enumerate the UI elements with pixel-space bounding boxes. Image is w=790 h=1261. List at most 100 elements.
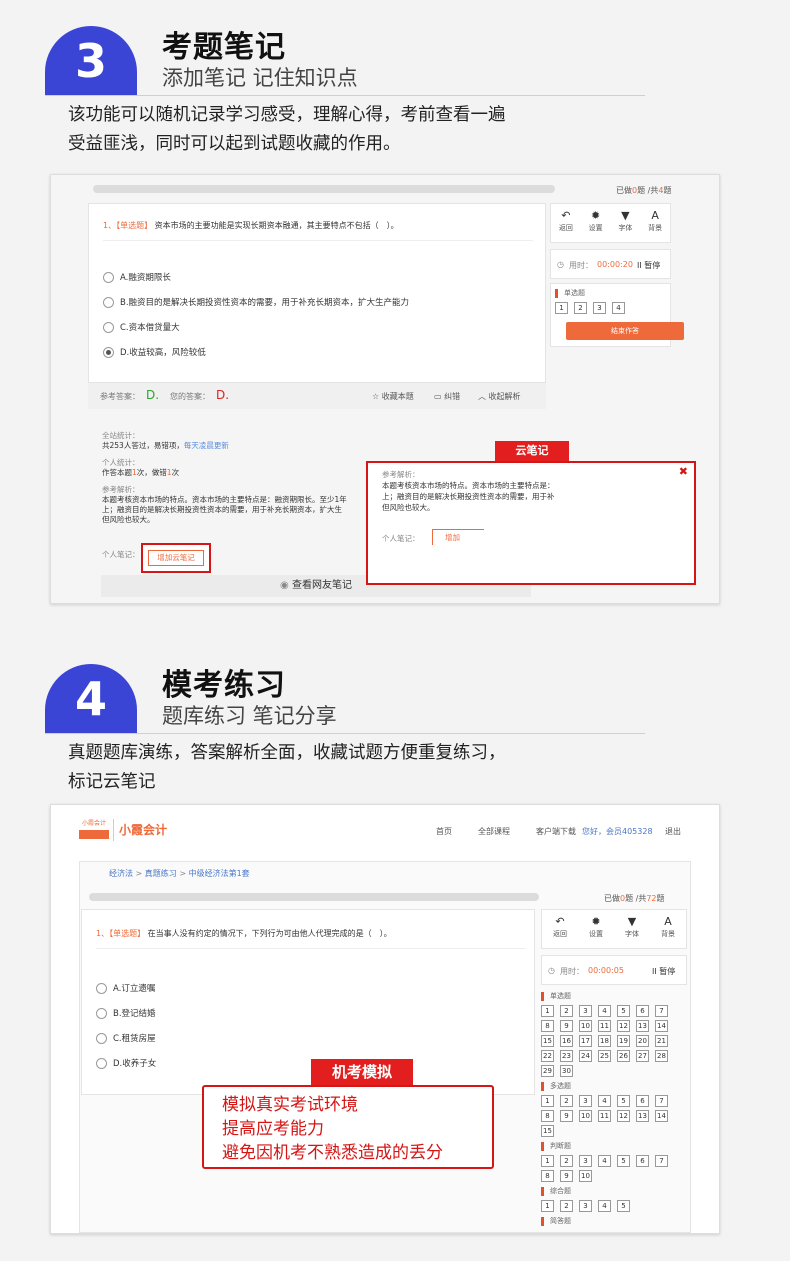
question-number[interactable]: 1 (541, 1200, 554, 1212)
question-number[interactable]: 3 (579, 1005, 592, 1017)
answer-bar: 参考答案： D. 您的答案： D. ☆ 收藏本题 ▭ 纠错 ︿ 收起解析 (88, 383, 546, 409)
question-number[interactable]: 15 (541, 1125, 554, 1137)
font-button[interactable]: ▼ 字体 (612, 209, 638, 233)
background-button[interactable]: A 背景 (655, 915, 681, 939)
pause-button[interactable]: II 暂停 (652, 966, 675, 977)
question-number[interactable]: 14 (655, 1110, 668, 1122)
question-number[interactable]: 21 (655, 1035, 668, 1047)
popup-add-note-button[interactable]: 增加 (432, 529, 484, 545)
question-number[interactable]: 4 (598, 1005, 611, 1017)
question-number[interactable]: 4 (612, 302, 625, 314)
finish-button[interactable]: 结束作答 (566, 322, 684, 340)
collapse-analysis-button[interactable]: ︿ 收起解析 (478, 391, 521, 402)
correct-button[interactable]: ▭ 纠错 (434, 391, 460, 402)
question-number[interactable]: 10 (579, 1110, 592, 1122)
option-d[interactable]: D.收养子女 (96, 1057, 156, 1069)
option-a[interactable]: A.订立遗嘱 (96, 982, 155, 994)
nav-client-download[interactable]: 客户端下载 (536, 826, 576, 837)
question-number[interactable]: 6 (636, 1005, 649, 1017)
question-number[interactable]: 3 (593, 302, 606, 314)
question-number[interactable]: 7 (655, 1095, 668, 1107)
question-number[interactable]: 27 (636, 1050, 649, 1062)
question-number[interactable]: 8 (541, 1020, 554, 1032)
option-c[interactable]: C.资本借贷量大 (103, 321, 180, 333)
question-number[interactable]: 22 (541, 1050, 554, 1062)
question-number[interactable]: 1 (541, 1155, 554, 1167)
pause-button[interactable]: II 暂停 (637, 260, 660, 271)
option-c[interactable]: C.租赁房屋 (96, 1032, 156, 1044)
question-number[interactable]: 9 (560, 1110, 573, 1122)
back-button[interactable]: ↶ 返回 (553, 209, 579, 233)
close-icon[interactable]: ✖ (679, 465, 688, 478)
question-number[interactable]: 1 (555, 302, 568, 314)
question-number[interactable]: 3 (579, 1200, 592, 1212)
question-number[interactable]: 17 (579, 1035, 592, 1047)
question-number[interactable]: 25 (598, 1050, 611, 1062)
question-number[interactable]: 2 (560, 1095, 573, 1107)
question-number[interactable]: 8 (541, 1170, 554, 1182)
nav-home[interactable]: 首页 (436, 826, 452, 837)
option-b[interactable]: B.融资目的是解决长期投资性资本的需要，用于补充长期资本，扩大生产能力 (103, 296, 409, 308)
question-number[interactable]: 10 (579, 1020, 592, 1032)
option-b[interactable]: B.登记结婚 (96, 1007, 156, 1019)
breadcrumb-item[interactable]: 中级经济法第1套 (189, 869, 250, 878)
question-number[interactable]: 1 (541, 1095, 554, 1107)
option-d[interactable]: D.收益较高，风险较低 (103, 346, 206, 358)
question-number[interactable]: 6 (636, 1155, 649, 1167)
question-number[interactable]: 2 (574, 302, 587, 314)
nav-all-courses[interactable]: 全部课程 (478, 826, 510, 837)
question-number[interactable]: 11 (598, 1020, 611, 1032)
add-cloud-note-button[interactable]: 增加云笔记 (148, 550, 204, 566)
eye-icon: ◉ (280, 580, 289, 591)
question-number[interactable]: 18 (598, 1035, 611, 1047)
question-number[interactable]: 5 (617, 1155, 630, 1167)
question-number[interactable]: 5 (617, 1200, 630, 1212)
question-number[interactable]: 23 (560, 1050, 573, 1062)
question-number[interactable]: 1 (541, 1005, 554, 1017)
clock-icon: ◷ (548, 966, 555, 975)
settings-button[interactable]: ✹ 设置 (583, 915, 609, 939)
question-number[interactable]: 20 (636, 1035, 649, 1047)
question-number[interactable]: 8 (541, 1110, 554, 1122)
option-a[interactable]: A.融资期限长 (103, 271, 171, 283)
user-greeting[interactable]: 您好，会员405328 (582, 826, 653, 837)
question-number[interactable]: 12 (617, 1020, 630, 1032)
question-number[interactable]: 24 (579, 1050, 592, 1062)
question-number[interactable]: 9 (560, 1020, 573, 1032)
breadcrumb-item[interactable]: 真题练习 (145, 869, 177, 878)
question-number[interactable]: 2 (560, 1200, 573, 1212)
question-number[interactable]: 5 (617, 1095, 630, 1107)
question-number[interactable]: 16 (560, 1035, 573, 1047)
question-number[interactable]: 14 (655, 1020, 668, 1032)
breadcrumb-item[interactable]: 经济法 (109, 869, 133, 878)
question-number[interactable]: 9 (560, 1170, 573, 1182)
question-number[interactable]: 5 (617, 1005, 630, 1017)
question-number[interactable]: 4 (598, 1155, 611, 1167)
question-number[interactable]: 30 (560, 1065, 573, 1077)
question-number[interactable]: 10 (579, 1170, 592, 1182)
question-number[interactable]: 19 (617, 1035, 630, 1047)
question-number[interactable]: 2 (560, 1005, 573, 1017)
question-number[interactable]: 13 (636, 1020, 649, 1032)
question-number[interactable]: 11 (598, 1110, 611, 1122)
question-number[interactable]: 12 (617, 1110, 630, 1122)
question-number[interactable]: 7 (655, 1155, 668, 1167)
question-number[interactable]: 13 (636, 1110, 649, 1122)
settings-button[interactable]: ✹ 设置 (583, 209, 609, 233)
background-button[interactable]: A 背景 (642, 209, 668, 233)
logout-link[interactable]: 退出 (665, 826, 681, 837)
question-number[interactable]: 2 (560, 1155, 573, 1167)
question-number[interactable]: 28 (655, 1050, 668, 1062)
back-button[interactable]: ↶ 返回 (547, 915, 573, 939)
question-number[interactable]: 26 (617, 1050, 630, 1062)
question-number[interactable]: 4 (598, 1200, 611, 1212)
question-number[interactable]: 6 (636, 1095, 649, 1107)
question-number[interactable]: 29 (541, 1065, 554, 1077)
question-number[interactable]: 15 (541, 1035, 554, 1047)
font-button[interactable]: ▼ 字体 (619, 915, 645, 939)
question-number[interactable]: 7 (655, 1005, 668, 1017)
question-number[interactable]: 4 (598, 1095, 611, 1107)
question-number[interactable]: 3 (579, 1155, 592, 1167)
favorite-button[interactable]: ☆ 收藏本题 (372, 391, 414, 402)
question-number[interactable]: 3 (579, 1095, 592, 1107)
